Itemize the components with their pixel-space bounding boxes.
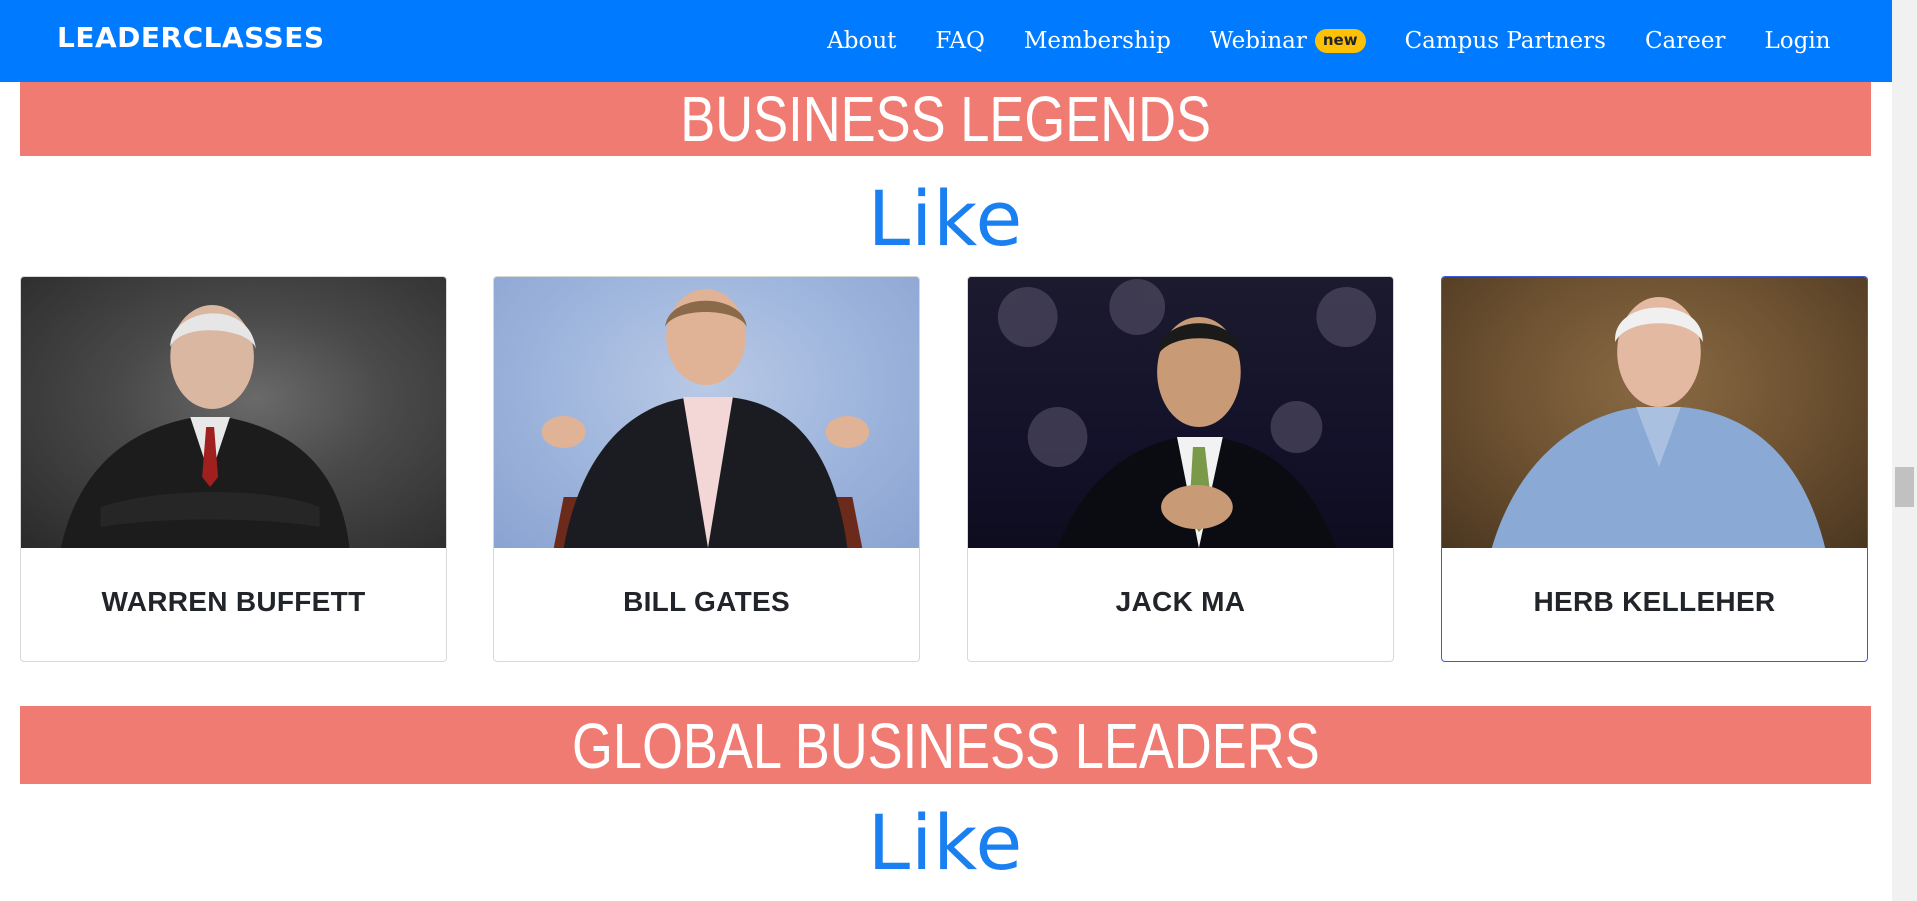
scrollbar-thumb[interactable]	[1895, 467, 1914, 507]
person-photo-icon	[541, 289, 870, 548]
leader-name: BILL GATES	[623, 586, 790, 617]
section-title: BUSINESS LEGENDS	[680, 83, 1211, 155]
leader-photo	[1442, 277, 1867, 548]
nav-item-label: Campus Partners	[1404, 28, 1606, 54]
nav-item-label: Membership	[1023, 28, 1171, 54]
section-title: GLOBAL BUSINESS LEADERS	[571, 710, 1320, 782]
section-banner-business-legends: BUSINESS LEGENDS	[20, 82, 1871, 156]
leader-name: HERB KELLEHER	[1533, 586, 1776, 617]
nav-item-membership[interactable]: Membership	[1004, 28, 1190, 54]
leader-name: JACK MA	[1115, 586, 1246, 617]
leader-photo	[21, 277, 446, 548]
section-subtitle: Like	[867, 798, 1024, 887]
leader-photo	[968, 277, 1393, 548]
leader-card-herb-kelleher[interactable]: HERB KELLEHER	[1441, 276, 1868, 662]
top-navbar: LEADERCLASSES About FAQ Membership Webin…	[0, 0, 1892, 82]
new-badge: new	[1314, 29, 1366, 53]
nav-item-webinar[interactable]: Webinar new	[1190, 28, 1385, 54]
leader-card-bill-gates[interactable]: BILL GATES	[493, 276, 920, 662]
person-photo-icon	[60, 305, 350, 548]
nav-item-label: Login	[1764, 28, 1831, 54]
brand-logo[interactable]: LEADERCLASSES	[57, 21, 325, 54]
nav-item-faq[interactable]: FAQ	[916, 28, 1004, 54]
nav-item-label: Webinar	[1209, 28, 1307, 54]
nav-item-label: About	[827, 28, 897, 54]
nav-item-career[interactable]: Career	[1625, 28, 1745, 54]
person-photo-icon	[997, 279, 1377, 548]
leader-card-warren-buffett[interactable]: WARREN BUFFETT	[20, 276, 447, 662]
leader-photo	[494, 277, 919, 548]
nav-item-login[interactable]: Login	[1745, 28, 1850, 54]
leader-card-jack-ma[interactable]: JACK MA	[967, 276, 1394, 662]
section-subtitle: Like	[867, 174, 1024, 263]
nav-item-label: Career	[1644, 28, 1726, 54]
nav-item-label: FAQ	[935, 28, 985, 54]
section-banner-global-business-leaders: GLOBAL BUSINESS LEADERS	[20, 706, 1871, 784]
leader-name: WARREN BUFFETT	[101, 586, 366, 617]
nav-item-campus-partners[interactable]: Campus Partners	[1385, 28, 1625, 54]
person-photo-icon	[1491, 297, 1826, 548]
page-scrollbar[interactable]	[1892, 0, 1917, 901]
nav-links: About FAQ Membership Webinar new Campus …	[808, 0, 1850, 82]
nav-item-about[interactable]: About	[808, 28, 916, 54]
